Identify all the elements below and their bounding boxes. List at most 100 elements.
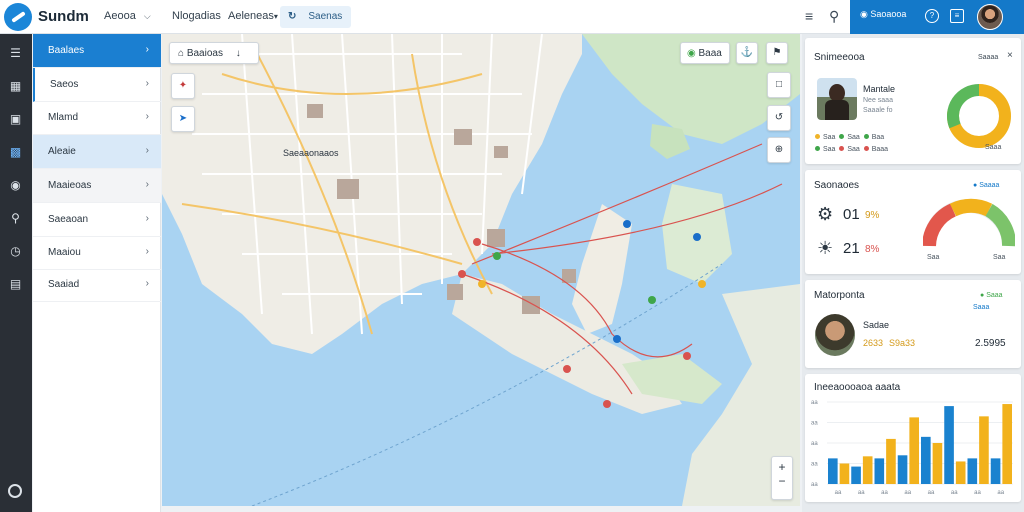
menu-item-label: Baalaes: [48, 45, 85, 56]
menu-item-4[interactable]: Aleaie ›: [33, 135, 161, 169]
anchor-icon[interactable]: ⚓: [736, 42, 758, 64]
chart-bar: [990, 458, 1001, 484]
app-logo[interactable]: [4, 3, 32, 31]
summary-card: Snimeeooa Saaaa × Mantale Nee saaa Saaal…: [805, 38, 1021, 164]
brand-name: Sundm: [38, 8, 89, 25]
half-gauge-amber: [949, 198, 993, 217]
user-avatar[interactable]: [977, 4, 1003, 30]
menu-item-label: Saaiad: [48, 279, 80, 290]
card-badge-label: Saaa: [986, 292, 1003, 299]
clock-icon[interactable]: ◷: [7, 244, 24, 258]
person-name: Mantale: [863, 84, 896, 94]
donut-gauge: [947, 84, 1011, 148]
x-tick-label: aa: [835, 490, 842, 496]
status-dot: [839, 146, 845, 151]
account-label: Saoaooa: [870, 9, 907, 19]
y-tick-label: aa: [811, 441, 818, 447]
close-icon[interactable]: ×: [1007, 50, 1013, 61]
nav-link-2[interactable]: Nlogadias: [172, 10, 221, 22]
menu-item-7[interactable]: Maaiou ›: [33, 236, 161, 270]
chart-title: Ineeaoooaoa aaata: [814, 382, 901, 393]
card-badge: ● Saaaa: [973, 182, 1000, 189]
map-layer-chip[interactable]: ◉ Baaa: [680, 42, 730, 64]
amount-c: 2.5995: [975, 338, 1006, 349]
recenter-icon[interactable]: ⊕: [767, 137, 791, 163]
settings-icon[interactable]: [8, 484, 22, 498]
person-line-1: Nee saaa: [863, 97, 893, 104]
chevron-right-icon: ›: [145, 213, 149, 224]
person-avatar: [815, 314, 855, 356]
nav-menu-1[interactable]: Aeooa ⌵: [104, 10, 151, 22]
city-label: Saeaaonaaos: [283, 148, 339, 158]
stat-value: Saa: [847, 134, 860, 141]
gauge-label: Saaa: [985, 144, 1002, 151]
zoom-icon[interactable]: ⚲: [7, 211, 24, 225]
list-icon[interactable]: ☰: [7, 46, 24, 60]
map-layer-label: Baaa: [698, 48, 722, 59]
x-tick-label: aa: [974, 490, 981, 496]
stats-row-1: Saa Saa Baa: [815, 134, 884, 141]
menu-item-8[interactable]: Saaiad ›: [33, 268, 161, 302]
bar-chart-card: Ineeaoooaoa aaata aa aa aa aa aa aa aa aa aa aa aa…: [805, 374, 1021, 502]
notes-icon[interactable]: ≡: [950, 9, 964, 23]
zoom-out-icon[interactable]: −: [772, 474, 792, 488]
navigate-icon[interactable]: ➤: [171, 106, 195, 132]
menu-item-2[interactable]: Saeos ›: [33, 68, 161, 102]
history-icon[interactable]: ↺: [767, 105, 791, 131]
account-pill[interactable]: ◉ Saoaooa: [860, 9, 906, 20]
help-icon[interactable]: ?: [925, 9, 939, 23]
compass-icon[interactable]: ✦: [171, 73, 195, 99]
flag-icon[interactable]: ⚑: [766, 42, 788, 64]
zoom-control[interactable]: + −: [771, 456, 793, 500]
status-dot: [815, 146, 820, 151]
row1-value: 9%: [865, 210, 880, 221]
menu-item-5[interactable]: Maaieoas ›: [33, 169, 161, 203]
menu-icon[interactable]: ≡: [805, 8, 813, 24]
y-tick-label: aa: [811, 421, 818, 427]
y-tick-label: aa: [811, 400, 818, 406]
status-dot: [839, 134, 845, 139]
search-button[interactable]: ↻ Saenas: [280, 6, 351, 28]
chart-bar: [839, 463, 850, 484]
map-search-chip[interactable]: ⌂ Baaioas ↓: [169, 42, 259, 64]
sun-icon: ☀: [817, 238, 834, 258]
chart-bar: [944, 406, 954, 484]
stat-value: Baa: [871, 134, 885, 141]
menu-item-3[interactable]: Mlamd ›: [33, 101, 161, 135]
x-tick-label: aa: [928, 490, 935, 496]
bookmark-icon[interactable]: □: [767, 72, 791, 98]
map-icon[interactable]: ▩: [7, 145, 24, 159]
status-dot: [863, 146, 869, 151]
menu-item-1[interactable]: Baalaes ›: [33, 34, 161, 68]
map-view[interactable]: ⌂ Baaioas ↓ ✦ ➤ Saeaaonaaos ◉ Baaa ⚓ ⚑ □…: [162, 34, 800, 506]
search-icon[interactable]: ⚲: [829, 8, 839, 25]
row2-value: 8%: [865, 244, 880, 255]
chevron-right-icon: ›: [145, 111, 149, 122]
menu-item-label: Saeaoan: [48, 214, 89, 225]
person-line-2: Saaale fo: [863, 107, 893, 114]
gauge-arc-secondary: [947, 84, 980, 129]
location-icon[interactable]: ◉: [7, 178, 24, 192]
menu-item-6[interactable]: Saeaoan ›: [33, 203, 161, 237]
sensor-card: Saonaoes ● Saaaa ⚙ 01 9% ☀ 21 8% Saa Saa: [805, 170, 1021, 274]
y-tick-label: aa: [811, 462, 818, 468]
nav-menu-3[interactable]: Aeleneas▾: [228, 10, 278, 22]
chart-bar: [921, 436, 931, 484]
land-island-1: [572, 204, 632, 334]
chart-bar: [967, 458, 978, 484]
side-menu: Baalaes › Saeos › Mlamd › Aleaie › Maaieoas ›…: [33, 34, 161, 512]
calendar-icon[interactable]: ▦: [7, 79, 24, 93]
card-badge-secondary: Saaa: [973, 304, 990, 311]
nav-menu-3-label: Aeleneas: [228, 10, 274, 22]
icon-rail: ☰ ▦ ▣ ▩ ◉ ⚲ ◷ ▤: [0, 34, 32, 512]
zoom-in-icon[interactable]: +: [772, 460, 792, 474]
half-gauge: [923, 198, 1015, 247]
status-dot: [863, 134, 869, 139]
image-icon[interactable]: ▣: [7, 112, 24, 126]
map-search-label: Baaioas: [186, 48, 223, 59]
top-bar: Sundm Aeooa ⌵ Nlogadias Aeleneas▾ ↻ Saenas…: [0, 0, 1024, 34]
chart-bar: [932, 443, 943, 484]
camera-icon[interactable]: ▤: [7, 277, 24, 291]
home-icon: ⌂: [178, 48, 185, 59]
chart-bar: [874, 458, 885, 484]
